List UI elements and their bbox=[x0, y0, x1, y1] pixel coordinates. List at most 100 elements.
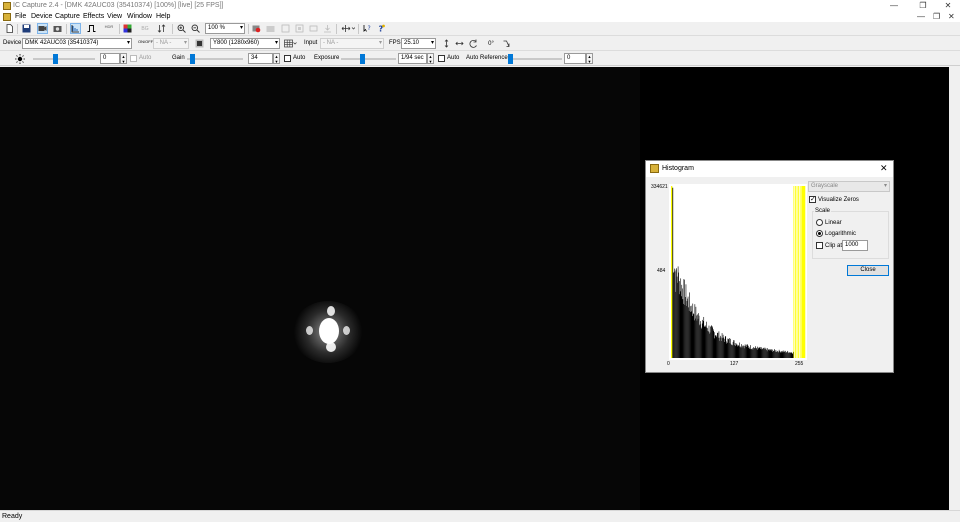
menu-device[interactable]: Device bbox=[31, 13, 52, 20]
flip-vertical-icon[interactable] bbox=[441, 38, 452, 49]
snap-image-icon[interactable] bbox=[52, 23, 63, 34]
brightness-slider-thumb[interactable] bbox=[53, 54, 58, 64]
record-video-icon[interactable] bbox=[251, 23, 262, 34]
export-icon[interactable] bbox=[322, 23, 333, 34]
color-enhance-icon[interactable] bbox=[122, 23, 133, 34]
mdi-minimize-button[interactable]: — bbox=[917, 12, 925, 21]
histogram-bar bbox=[691, 316, 693, 358]
exposure-field[interactable]: 1/94 sec bbox=[398, 53, 427, 64]
exposure-slider-thumb[interactable] bbox=[360, 54, 365, 64]
maximize-button[interactable]: ❐ bbox=[909, 0, 937, 12]
linear-radio[interactable] bbox=[816, 219, 823, 226]
visualize-zeros-checkbox[interactable]: ✓ bbox=[809, 196, 816, 203]
histogram-bar bbox=[712, 327, 713, 358]
menu-window[interactable]: Window bbox=[127, 13, 152, 20]
bg-button[interactable]: BG bbox=[138, 23, 152, 34]
menu-help[interactable]: Help bbox=[156, 13, 170, 20]
context-help-icon[interactable]: ? bbox=[362, 23, 373, 34]
sort-arrows-icon[interactable] bbox=[156, 23, 167, 34]
binning-icon[interactable] bbox=[283, 38, 298, 49]
auto-reference-spinner[interactable]: ▲ ▼ bbox=[586, 53, 593, 64]
logarithmic-radio[interactable] bbox=[816, 230, 823, 237]
histogram-bar bbox=[766, 351, 768, 358]
gain-slider-thumb[interactable] bbox=[190, 54, 195, 64]
video-norm-select[interactable]: - NA - ▾ bbox=[153, 38, 189, 49]
histogram-bar bbox=[696, 315, 697, 358]
zero-marker bbox=[799, 186, 801, 358]
gain-label: Gain bbox=[172, 55, 185, 61]
save-icon[interactable] bbox=[21, 23, 32, 34]
exposure-auto-checkbox[interactable] bbox=[438, 55, 445, 62]
histogram-bar bbox=[701, 323, 703, 358]
properties-icon[interactable] bbox=[280, 23, 291, 34]
histogram-bar bbox=[687, 298, 688, 358]
input-select[interactable]: - NA - ▾ bbox=[320, 38, 384, 49]
exposure-slider[interactable] bbox=[341, 54, 396, 64]
vertical-scrollbar[interactable] bbox=[949, 67, 960, 510]
histogram-bar bbox=[734, 343, 736, 358]
flip-horizontal-icon[interactable] bbox=[454, 38, 465, 49]
clip-value: 1000 bbox=[845, 242, 859, 248]
menu-file[interactable]: File bbox=[15, 13, 26, 20]
histogram-bar bbox=[790, 352, 791, 358]
histogram-bar bbox=[763, 348, 764, 358]
toolbar-separator bbox=[248, 24, 249, 34]
histogram-bar bbox=[782, 350, 784, 358]
trigger-icon[interactable] bbox=[86, 23, 97, 34]
device-select[interactable]: DMK 42AUC03 (35410374) ▾ bbox=[22, 38, 132, 49]
document-icon[interactable] bbox=[3, 13, 11, 21]
auto-reference-slider[interactable] bbox=[508, 54, 562, 64]
histogram-bar bbox=[752, 349, 754, 358]
rotate-icon[interactable] bbox=[468, 38, 479, 49]
live-display-icon[interactable] bbox=[37, 23, 48, 34]
menu-capture[interactable]: Capture bbox=[55, 13, 80, 20]
mdi-close-button[interactable]: ✕ bbox=[948, 12, 955, 21]
color-channel-select[interactable]: Grayscale ▾ bbox=[808, 181, 890, 192]
video-format-select[interactable]: Y800 (1280x960) ▾ bbox=[210, 38, 280, 49]
new-icon[interactable] bbox=[4, 23, 15, 34]
histogram-bar bbox=[693, 314, 695, 358]
auto-reference-field[interactable]: 0 bbox=[564, 53, 586, 64]
histogram-icon[interactable] bbox=[70, 23, 81, 34]
brightness-field[interactable]: 0 bbox=[100, 53, 120, 64]
zoom-out-icon[interactable] bbox=[190, 23, 201, 34]
gain-slider[interactable] bbox=[187, 54, 243, 64]
image-settings-icon[interactable] bbox=[294, 23, 305, 34]
move-icon[interactable] bbox=[340, 23, 356, 34]
menu-view[interactable]: View bbox=[107, 13, 122, 20]
histogram-title: Histogram bbox=[662, 165, 694, 172]
gain-spinner[interactable]: ▲ ▼ bbox=[273, 53, 280, 64]
rotate-arrow-icon[interactable] bbox=[501, 38, 512, 49]
open-video-icon[interactable] bbox=[265, 23, 276, 34]
overlay-icon[interactable] bbox=[308, 23, 319, 34]
histogram-bar bbox=[786, 352, 787, 358]
close-button[interactable]: Close bbox=[847, 265, 889, 276]
gain-auto-checkbox[interactable] bbox=[284, 55, 291, 62]
rotation-angle-button[interactable]: 0° bbox=[483, 38, 499, 49]
brightness-auto-checkbox[interactable] bbox=[130, 55, 137, 62]
minimize-button[interactable]: — bbox=[880, 0, 908, 12]
fps-select[interactable]: 25.10 ▾ bbox=[401, 38, 436, 49]
histogram-bar bbox=[681, 284, 683, 358]
video-format-icon[interactable] bbox=[194, 38, 205, 49]
histogram-bar bbox=[674, 268, 675, 358]
histogram-bar bbox=[676, 268, 677, 358]
brightness-spinner[interactable]: ▲ ▼ bbox=[120, 53, 127, 64]
close-icon[interactable]: ✕ bbox=[880, 163, 888, 174]
onoff-button[interactable]: ON/OFF bbox=[137, 38, 153, 49]
close-window-button[interactable]: ✕ bbox=[934, 0, 960, 12]
help-icon[interactable]: ? bbox=[376, 23, 387, 34]
exposure-spinner[interactable]: ▲ ▼ bbox=[427, 53, 434, 64]
menu-effects[interactable]: Effects bbox=[83, 13, 104, 20]
toolbar-separator bbox=[336, 24, 337, 34]
clip-checkbox[interactable] bbox=[816, 242, 823, 249]
zoom-select[interactable]: 100 % ▾ bbox=[205, 23, 245, 34]
histogram-bar bbox=[690, 305, 692, 358]
clip-value-field[interactable]: 1000 bbox=[842, 240, 868, 251]
mdi-restore-button[interactable]: ❐ bbox=[933, 12, 940, 21]
gain-field[interactable]: 34 bbox=[248, 53, 273, 64]
brightness-slider[interactable] bbox=[33, 54, 95, 64]
zoom-in-icon[interactable] bbox=[176, 23, 187, 34]
auto-reference-slider-thumb[interactable] bbox=[508, 54, 513, 64]
hdr-button[interactable]: HDR bbox=[102, 23, 116, 34]
